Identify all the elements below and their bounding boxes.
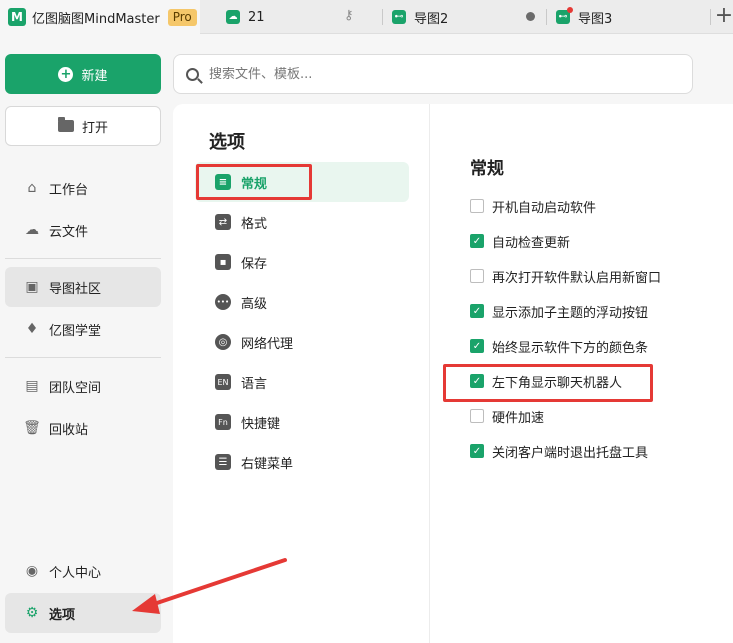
annotation-arrow: [132, 558, 287, 614]
